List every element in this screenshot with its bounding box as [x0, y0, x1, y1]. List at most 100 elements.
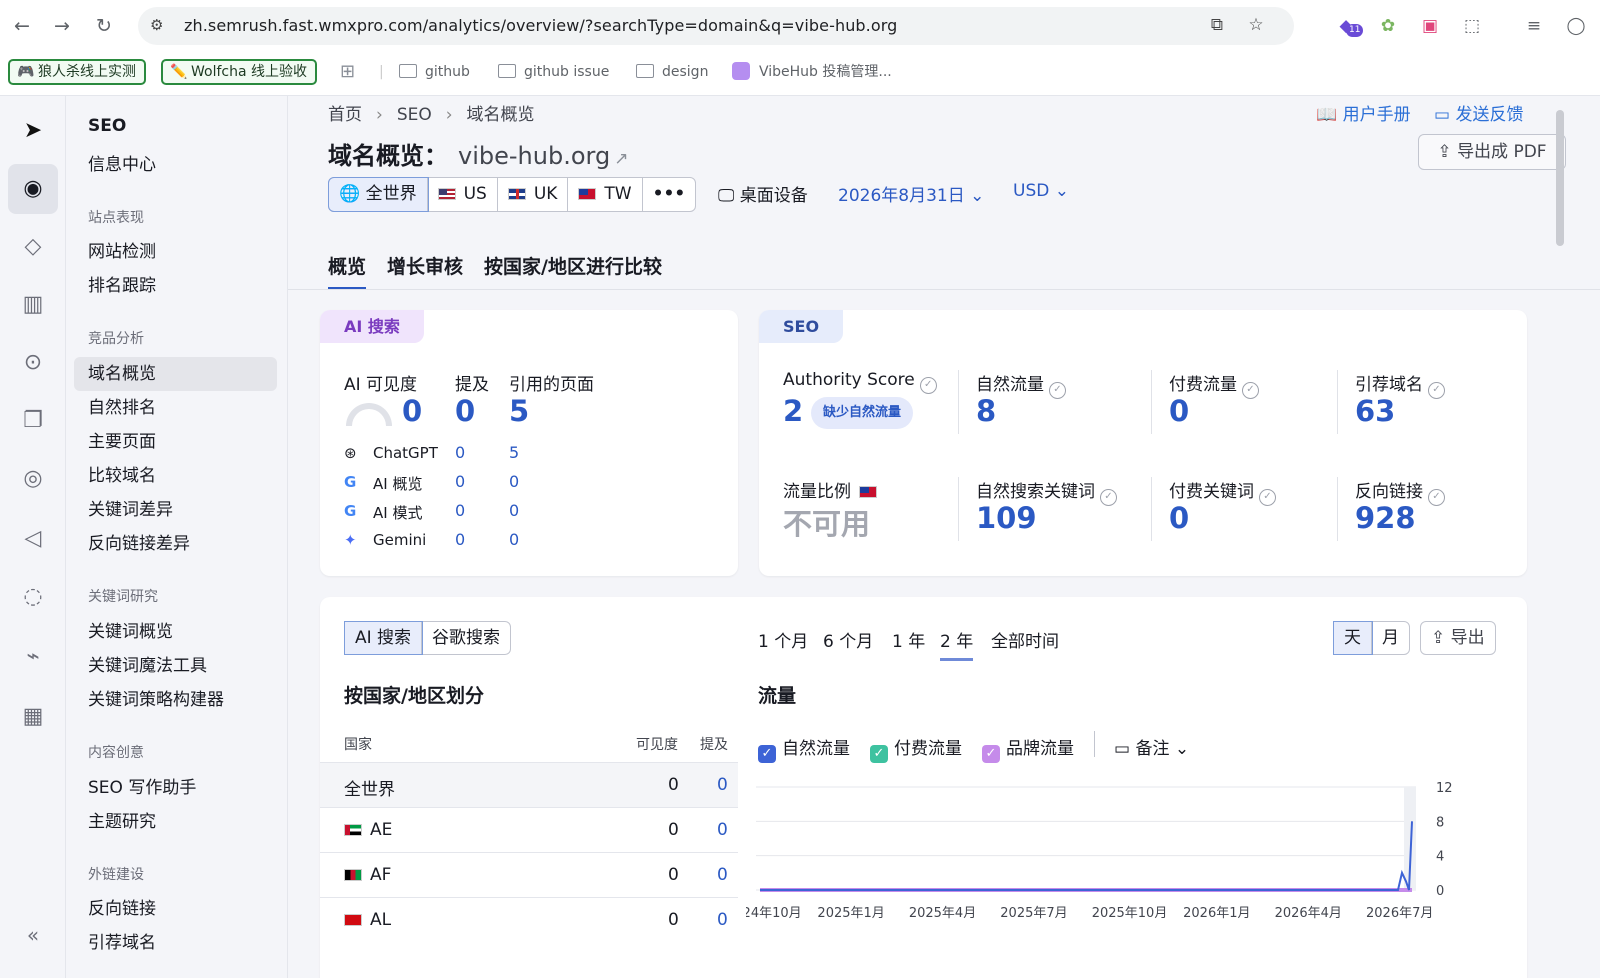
bookmark-2[interactable]: github — [399, 59, 470, 85]
export-pdf-button[interactable]: ⇪ 导出成 PDF — [1418, 134, 1566, 170]
apps-grid-icon[interactable]: ⊞ — [340, 59, 355, 85]
bookmark-4[interactable]: design — [636, 59, 708, 85]
sidebar-item[interactable]: 关键词魔法工具 — [74, 649, 277, 683]
currency-selector[interactable]: USD ⌄ — [1013, 181, 1069, 201]
collapse-icon[interactable]: « — [8, 910, 58, 960]
ai-visibility-value[interactable]: 0 — [402, 394, 422, 428]
paid-kw-value[interactable]: 0 — [1169, 501, 1189, 535]
source-ai[interactable]: AI 搜索 — [343, 621, 424, 655]
table-row[interactable]: AE 0 0 — [320, 807, 738, 852]
local-icon[interactable]: ◇ — [8, 222, 58, 272]
sidebar-item[interactable]: 网站检测 — [74, 235, 277, 269]
organic-value[interactable]: 8 — [976, 394, 996, 428]
seo-toolkit-icon[interactable]: ◉ — [8, 164, 58, 214]
advertising-icon[interactable]: ◁ — [8, 514, 58, 564]
db-worldwide[interactable]: 🌐 全世界 — [328, 177, 429, 212]
ai-cited-value[interactable]: 5 — [509, 394, 529, 428]
sidebar-item[interactable]: 反向链接差异 — [74, 527, 277, 561]
info-icon[interactable]: ✓ — [1428, 489, 1445, 506]
sidebar-item[interactable]: 引荐域名 — [74, 926, 277, 960]
granularity-month[interactable]: 月 — [1372, 622, 1409, 654]
paid-value[interactable]: 0 — [1169, 394, 1189, 428]
reload-icon[interactable]: ↻ — [92, 14, 116, 38]
date-selector[interactable]: 2026年8月31日 ⌄ — [838, 181, 984, 206]
ai-mentions-value[interactable]: 0 — [455, 394, 475, 428]
export-button[interactable]: ⇪ 导出 — [1420, 621, 1496, 655]
location-pin-icon[interactable]: ⊙ — [8, 338, 58, 388]
platform-cited[interactable]: 0 — [509, 472, 519, 491]
legend-branded[interactable]: ✓ 品牌流量 — [982, 734, 1074, 763]
sidebar-item[interactable]: 排名跟踪 — [74, 269, 277, 303]
db-us[interactable]: US — [428, 178, 498, 211]
range-1y[interactable]: 1 年 — [892, 627, 925, 652]
platform-mentions[interactable]: 0 — [455, 530, 465, 549]
external-link-icon[interactable]: ↗ — [614, 149, 628, 169]
granularity-day[interactable]: 天 — [1333, 621, 1373, 655]
url-text[interactable]: zh.semrush.fast.wmxpro.com/analytics/ove… — [184, 16, 897, 35]
backlinks-value[interactable]: 928 — [1355, 501, 1416, 535]
bookmark-0[interactable]: 🎮 狼人杀线上实测 — [8, 59, 146, 85]
platform-cited[interactable]: 0 — [509, 501, 519, 520]
bookmark-1[interactable]: ✏️ Wolfcha 线上验收 — [161, 59, 318, 85]
info-icon[interactable]: ✓ — [1100, 489, 1117, 506]
platform-mentions[interactable]: 0 — [455, 443, 465, 462]
platform-cited[interactable]: 5 — [509, 443, 519, 462]
ai-radar-icon[interactable]: ◎ — [8, 454, 58, 504]
feedback-link[interactable]: ▭ 发送反馈 — [1434, 100, 1523, 125]
puzzle-ext-icon[interactable]: ✿ — [1376, 14, 1400, 38]
sidebar-item[interactable]: 关键词差异 — [74, 493, 277, 527]
sidebar-item[interactable]: 关键词概览 — [74, 615, 277, 649]
info-icon[interactable]: ✓ — [919, 377, 937, 394]
info-icon[interactable]: ✓ — [1428, 382, 1445, 399]
bookmark-5[interactable]: VibeHub 投稿管理... — [732, 59, 892, 85]
platform-cited[interactable]: 0 — [509, 530, 519, 549]
range-all[interactable]: 全部时间 — [991, 627, 1059, 652]
semrush-logo-icon[interactable]: ➤ — [8, 106, 58, 156]
range-6m[interactable]: 6 个月 — [823, 627, 873, 652]
sidebar-item[interactable]: 主题研究 — [74, 805, 277, 839]
forward-icon[interactable]: → — [50, 14, 74, 38]
profile-icon[interactable]: ◯ — [1564, 14, 1588, 38]
extensions-icon[interactable]: ⬚ — [1460, 14, 1484, 38]
platform-mentions[interactable]: 0 — [455, 472, 465, 491]
tab-compare-countries[interactable]: 按国家/地区进行比较 — [484, 252, 662, 290]
sidebar-item-domain-overview[interactable]: 域名概览 — [74, 357, 277, 391]
tab-overview[interactable]: 概览 — [328, 252, 367, 290]
country-mentions[interactable]: 0 — [717, 775, 728, 795]
country-mentions[interactable]: 0 — [717, 910, 728, 930]
sidebar-item-info[interactable]: 信息中心 — [74, 148, 277, 182]
breadcrumb-seo[interactable]: SEO — [397, 105, 432, 125]
content-copy-icon[interactable]: ❐ — [8, 396, 58, 446]
apps-icon[interactable]: ▦ — [8, 692, 58, 742]
info-icon[interactable]: ✓ — [1049, 382, 1066, 399]
reports-icon[interactable]: ⌁ — [8, 632, 58, 682]
traffic-chart[interactable]: 0 4 8 12 2024年10月 2025年1月 2025年4月 2025年7月 2025年1… — [746, 777, 1506, 927]
traffic-chart-icon[interactable]: ▥ — [8, 280, 58, 330]
table-row[interactable]: 全世界 0 0 — [320, 762, 738, 807]
star-icon[interactable]: ☆ — [1245, 15, 1267, 37]
authority-value[interactable]: 2 — [783, 394, 803, 428]
range-2y[interactable]: 2 年 — [940, 627, 974, 661]
info-icon[interactable]: ✓ — [1242, 382, 1259, 399]
social-chat-icon[interactable]: ◌ — [8, 572, 58, 622]
sidebar-item[interactable]: 自然排名 — [74, 391, 277, 425]
sidebar-item[interactable]: SEO 写作助手 — [74, 771, 277, 805]
notes-dropdown[interactable]: ▭ 备注 ⌄ — [1114, 734, 1189, 759]
table-row[interactable]: AL 0 0 — [320, 897, 738, 942]
country-mentions[interactable]: 0 — [717, 865, 728, 885]
address-bar[interactable]: ⚙ zh.semrush.fast.wmxpro.com/analytics/o… — [138, 7, 1294, 45]
db-uk[interactable]: UK — [498, 178, 569, 211]
manual-link[interactable]: 📖 用户手册 — [1316, 100, 1411, 125]
bookmark-3[interactable]: github issue — [498, 59, 609, 85]
refdomains-value[interactable]: 63 — [1355, 394, 1395, 428]
source-google[interactable]: 谷歌搜索 — [422, 622, 510, 654]
sidebar-item[interactable]: 主要页面 — [74, 425, 277, 459]
country-mentions[interactable]: 0 — [717, 820, 728, 840]
legend-organic[interactable]: ✓ 自然流量 — [758, 734, 850, 763]
range-1m[interactable]: 1 个月 — [758, 627, 808, 652]
site-settings-icon[interactable]: ⚙ — [150, 16, 163, 34]
translate-ext-icon[interactable]: ▣ — [1418, 14, 1442, 38]
sidebar-item[interactable]: 关键词策略构建器 — [74, 683, 277, 717]
db-more[interactable]: ••• — [643, 178, 696, 211]
info-icon[interactable]: ✓ — [1259, 489, 1276, 506]
